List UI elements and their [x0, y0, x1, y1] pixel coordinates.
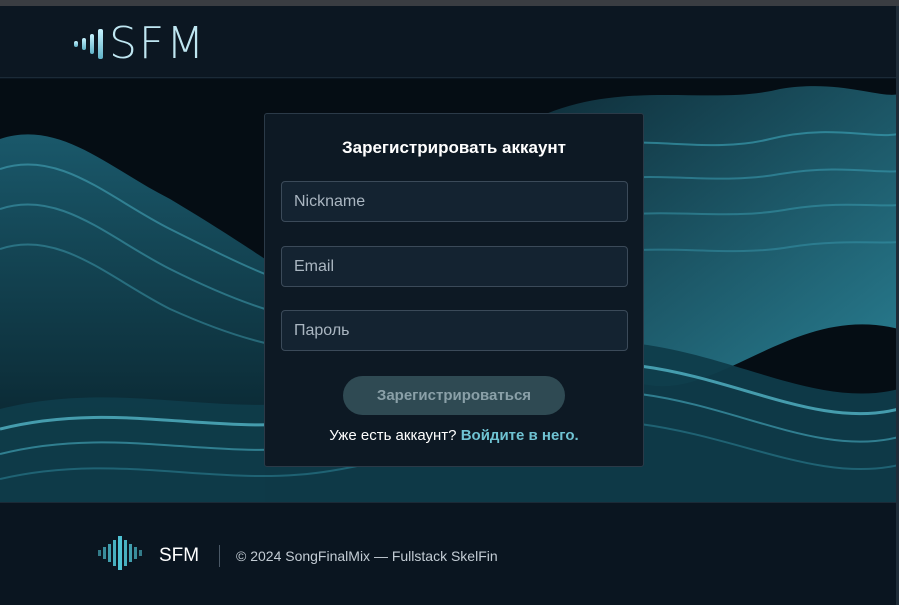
- register-button[interactable]: Зарегистрироваться: [343, 376, 565, 415]
- register-form: Зарегистрировать аккаунт Зарегистрироват…: [264, 113, 644, 467]
- footer-brand: SFM: [159, 545, 200, 566]
- sound-bars-icon: [74, 24, 103, 64]
- login-prompt-line: Уже есть аккаунт? Войдите в него.: [265, 427, 643, 444]
- login-link[interactable]: Войдите в него.: [461, 427, 579, 444]
- footer-copyright: © 2024 SongFinalMix — Fullstack SkelFin: [236, 548, 498, 564]
- logo-text: SFM: [109, 18, 207, 69]
- form-title: Зарегистрировать аккаунт: [341, 138, 566, 157]
- footer-divider: [219, 545, 220, 567]
- site-header: SFM: [0, 6, 899, 78]
- equalizer-logo-icon: [98, 536, 142, 570]
- nickname-input[interactable]: [281, 181, 628, 222]
- site-footer: SFM © 2024 SongFinalMix — Fullstack Skel…: [0, 502, 899, 605]
- brand-logo[interactable]: SFM: [74, 20, 206, 68]
- email-input[interactable]: [281, 246, 628, 287]
- login-prompt-text: Уже есть аккаунт?: [329, 427, 457, 444]
- password-input[interactable]: [281, 310, 628, 351]
